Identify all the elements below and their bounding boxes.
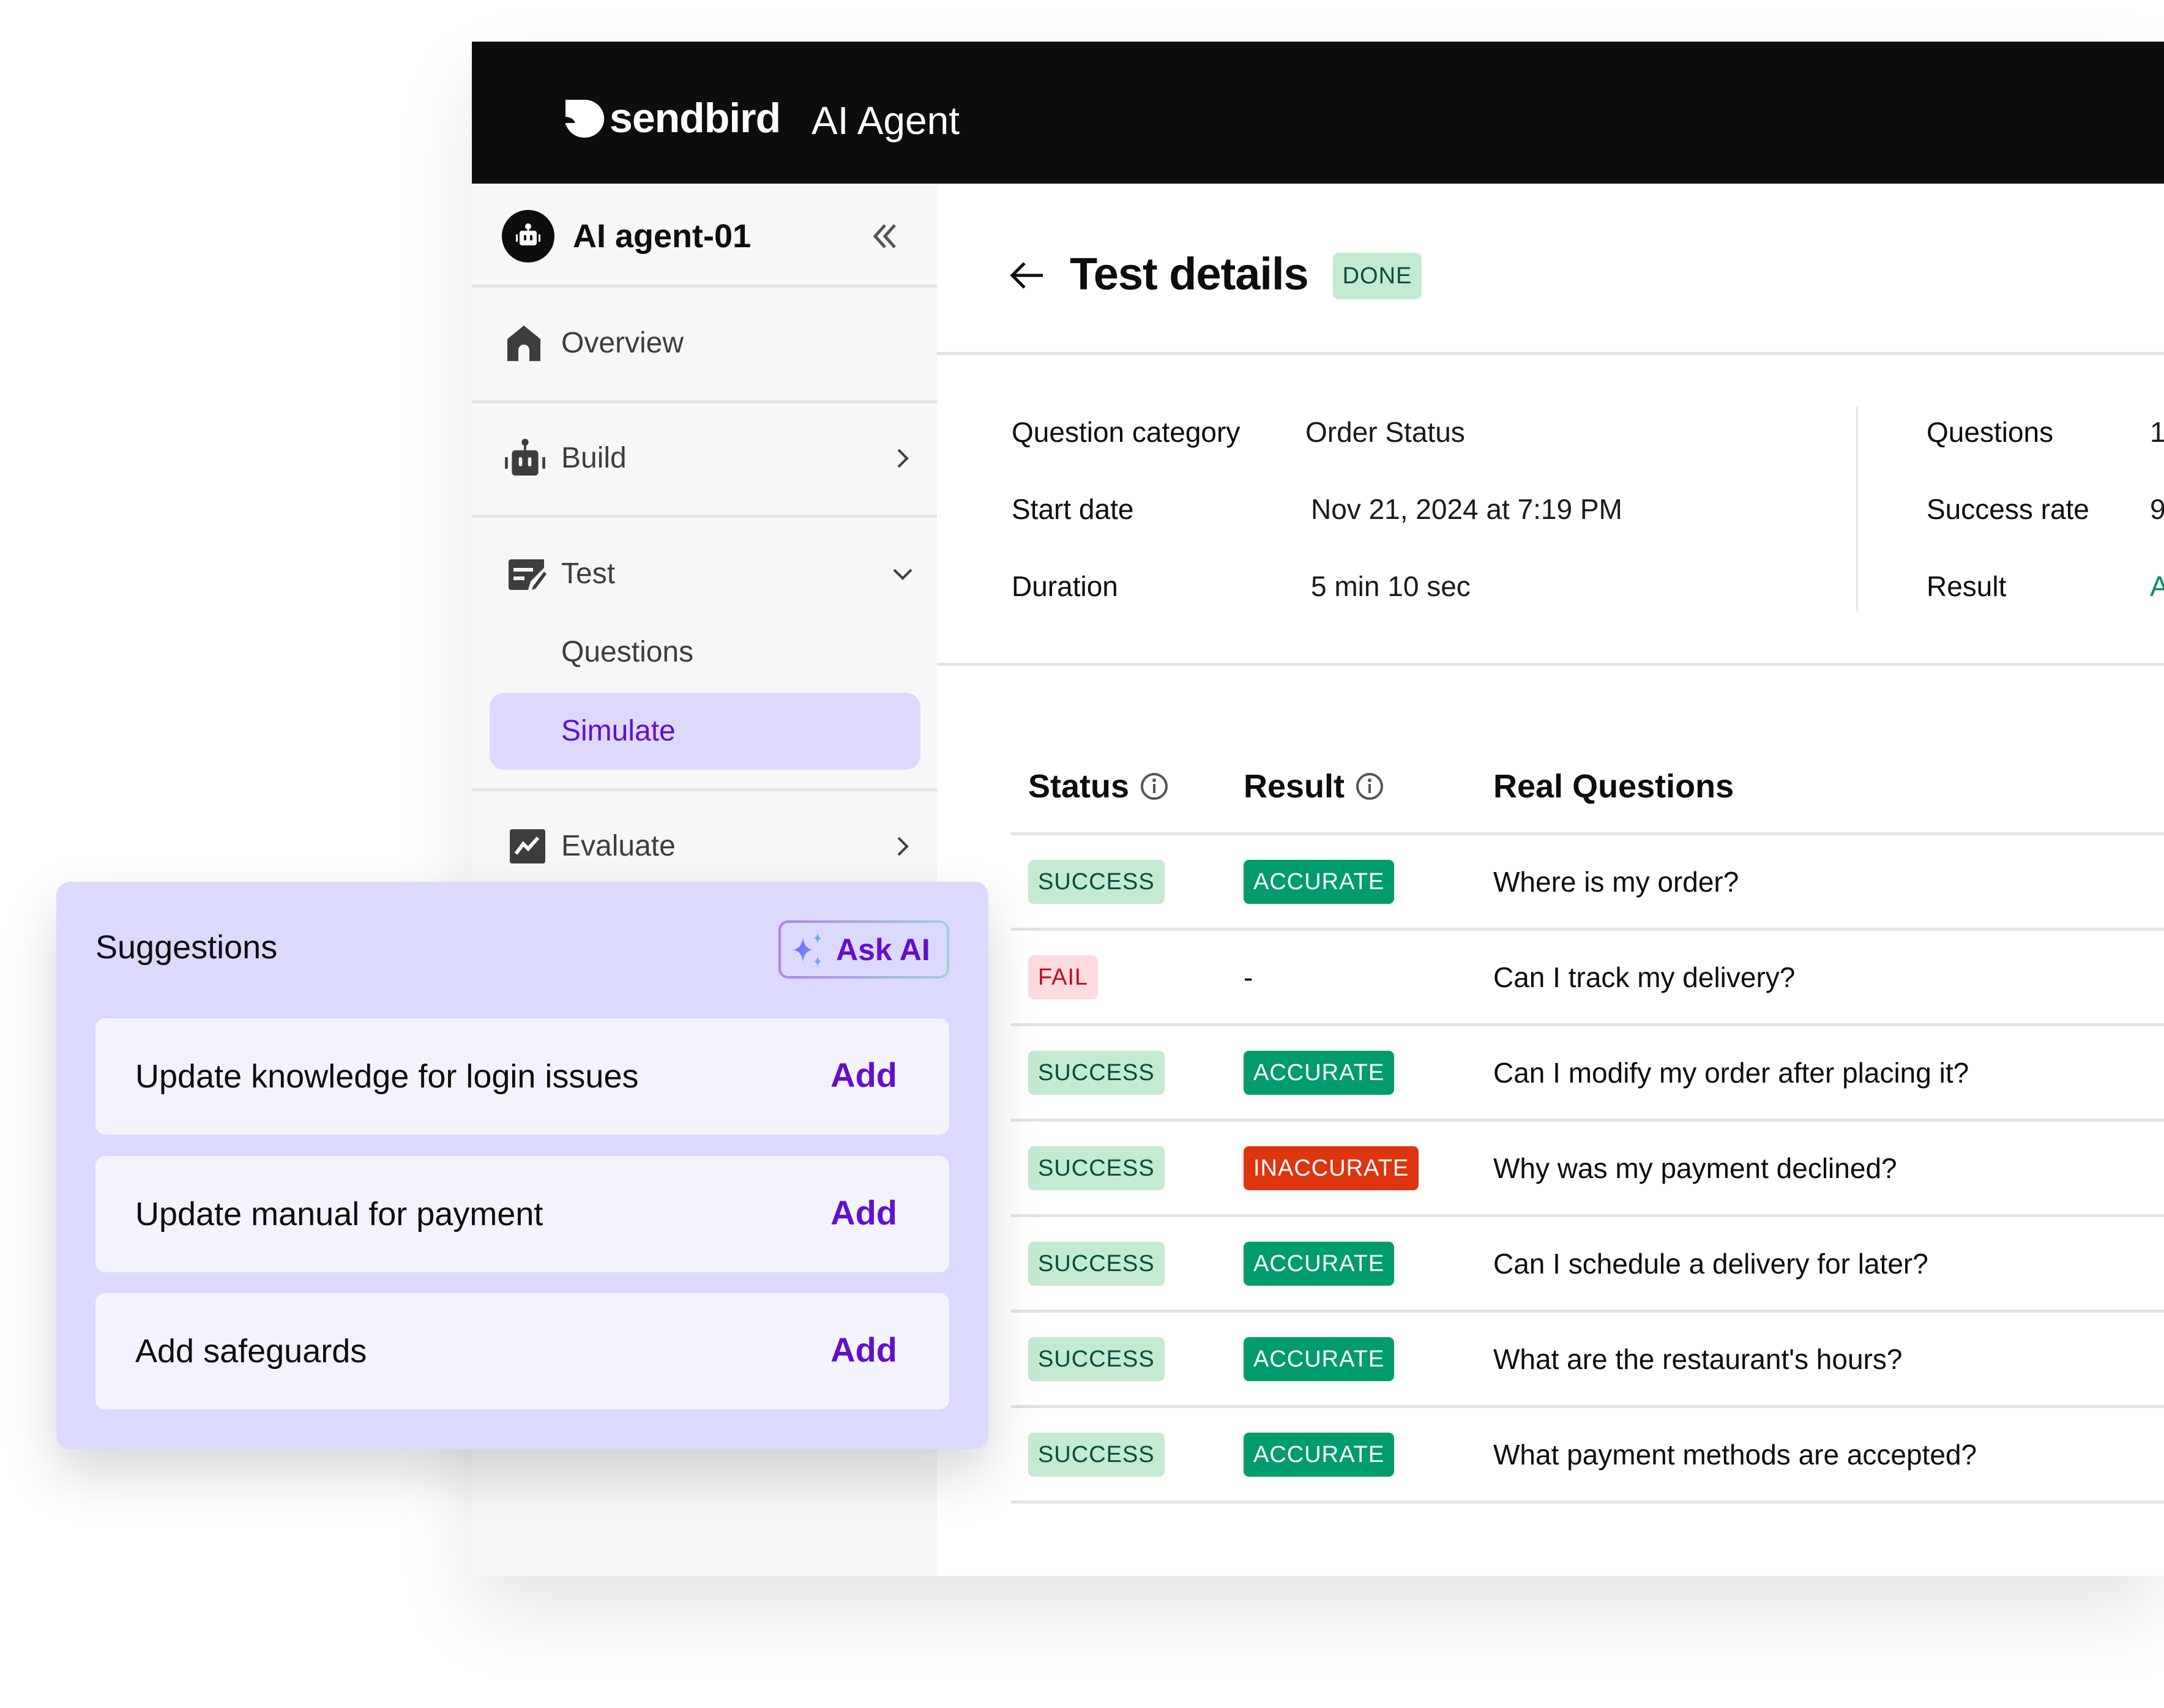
collapse-sidebar-icon[interactable]	[869, 220, 901, 252]
page-title: Test details	[1070, 248, 1309, 299]
question-text: Can I modify my order after placing it?	[1493, 1057, 1969, 1089]
info-label: Start date	[1012, 493, 1134, 525]
table-row[interactable]: SUCCESS ACCURATE Where is my order?	[1011, 835, 2164, 931]
result-badge: ACCURATE	[1244, 1051, 1395, 1095]
status-badge: SUCCESS	[1028, 860, 1165, 904]
sidebar-subitem-questions[interactable]: Questions	[490, 630, 920, 685]
ask-ai-button[interactable]: Ask AI	[778, 920, 949, 979]
table-row[interactable]: SUCCESS INACCURATE Why was my payment decl…	[1011, 1122, 2164, 1217]
info-icon[interactable]	[1356, 772, 1384, 800]
column-header-label: Result	[1244, 768, 1345, 805]
add-suggestion-button[interactable]: Add	[830, 1330, 897, 1370]
chart-trend-icon	[510, 829, 545, 863]
info-label: Questions	[1927, 416, 2054, 448]
chevron-right-icon	[897, 449, 909, 468]
agent-name: AI agent-01	[573, 218, 752, 255]
info-value: Nov 21, 2024 at 7:19 PM	[1311, 493, 1622, 525]
status-badge: SUCCESS	[1028, 1337, 1165, 1381]
column-header-questions: Real Questions	[1493, 765, 1734, 808]
sidebar-item-label: Evaluate	[561, 830, 676, 862]
sidebar-item-overview[interactable]: Overview	[472, 288, 937, 401]
status-badge: SUCCESS	[1028, 1146, 1165, 1190]
status-badge: SUCCESS	[1028, 1433, 1165, 1477]
result-badge: INACCURATE	[1244, 1146, 1419, 1190]
result-badge: ACCURATE	[1244, 1242, 1395, 1286]
sidebar-subitem-simulate[interactable]: Simulate	[490, 693, 920, 770]
sidebar-item-build[interactable]: Build	[472, 403, 937, 516]
status-badge: SUCCESS	[1028, 1242, 1165, 1286]
info-value: A	[2150, 570, 2164, 602]
column-header-status[interactable]: Status	[1028, 765, 1168, 808]
agent-avatar	[502, 210, 554, 263]
question-text: Can I track my delivery?	[1493, 961, 1796, 993]
suggestion-card: Update knowledge for login issues Add	[95, 1018, 949, 1135]
sidebar-item-evaluate[interactable]: Evaluate	[472, 791, 937, 889]
suggestions-title: Suggestions	[95, 929, 278, 966]
info-label: Question category	[1012, 416, 1241, 448]
home-icon	[507, 326, 540, 361]
question-text: Can I schedule a delivery for later?	[1493, 1248, 1928, 1280]
question-text: Where is my order?	[1493, 866, 1739, 898]
status-badge: DONE	[1333, 253, 1422, 299]
header-divider	[937, 352, 2164, 355]
sidebar-item-label: Overview	[561, 327, 684, 359]
column-header-label: Status	[1028, 768, 1130, 805]
add-suggestion-button[interactable]: Add	[830, 1055, 897, 1095]
sidebar-item-label: Questions	[561, 636, 694, 668]
add-suggestion-button[interactable]: Add	[830, 1193, 897, 1233]
robot-icon	[516, 223, 540, 245]
back-arrow-icon[interactable]	[1009, 257, 1045, 294]
robot-icon	[505, 439, 545, 476]
sidebar-item-label: Simulate	[561, 715, 676, 747]
product-name: AI Agent	[812, 99, 960, 143]
sparkle-icon	[793, 932, 821, 967]
table-row[interactable]: SUCCESS ACCURATE What payment methods are …	[1011, 1408, 2164, 1504]
row-divider	[1011, 1501, 2164, 1504]
result-badge: ACCURATE	[1244, 860, 1395, 904]
table-row[interactable]: SUCCESS ACCURATE Can I schedule a delivery…	[1011, 1217, 2164, 1313]
sidebar-item-label: Build	[561, 442, 627, 474]
info-value: Order Status	[1305, 416, 1465, 448]
question-text: What are the restaurant's hours?	[1493, 1343, 1903, 1375]
sendbird-logo-icon	[565, 100, 605, 138]
question-text: Why was my payment declined?	[1493, 1152, 1897, 1184]
sidebar-item-label: Test	[561, 558, 616, 590]
chevron-down-icon	[893, 569, 912, 580]
suggestion-text: Update manual for payment	[135, 1196, 543, 1233]
table-row[interactable]: FAIL - Can I track my delivery?	[1011, 931, 2164, 1026]
info-value: 5 min 10 sec	[1311, 570, 1471, 602]
suggestion-text: Add safeguards	[135, 1333, 367, 1370]
test-edit-icon	[509, 559, 547, 590]
suggestion-card: Update manual for payment Add	[95, 1156, 949, 1272]
info-value: 1	[2150, 416, 2164, 448]
info-label: Result	[1927, 570, 2007, 602]
column-header-label: Real Questions	[1493, 768, 1734, 805]
result-empty: -	[1244, 961, 1253, 993]
suggestion-card: Add safeguards Add	[95, 1293, 949, 1409]
result-badge: ACCURATE	[1244, 1337, 1395, 1381]
info-icon[interactable]	[1140, 772, 1168, 800]
status-badge: FAIL	[1028, 955, 1099, 999]
ask-ai-label: Ask AI	[836, 932, 930, 967]
info-label: Duration	[1012, 570, 1118, 602]
column-header-result[interactable]: Result	[1244, 765, 1384, 808]
info-value: 9	[2150, 493, 2164, 525]
table-row[interactable]: SUCCESS ACCURATE What are the restaurant's…	[1011, 1313, 2164, 1408]
status-badge: SUCCESS	[1028, 1051, 1165, 1095]
info-divider	[937, 663, 2164, 666]
info-column-divider	[1856, 407, 1858, 611]
sidebar-item-test[interactable]: Test	[472, 518, 937, 630]
result-badge: ACCURATE	[1244, 1433, 1395, 1477]
brand-name: sendbird	[610, 95, 781, 141]
chevron-right-icon	[897, 837, 909, 856]
question-text: What payment methods are accepted?	[1493, 1439, 1977, 1471]
info-label: Success rate	[1927, 493, 2089, 525]
table-row[interactable]: SUCCESS ACCURATE Can I modify my order aft…	[1011, 1026, 2164, 1122]
suggestion-text: Update knowledge for login issues	[135, 1058, 639, 1095]
